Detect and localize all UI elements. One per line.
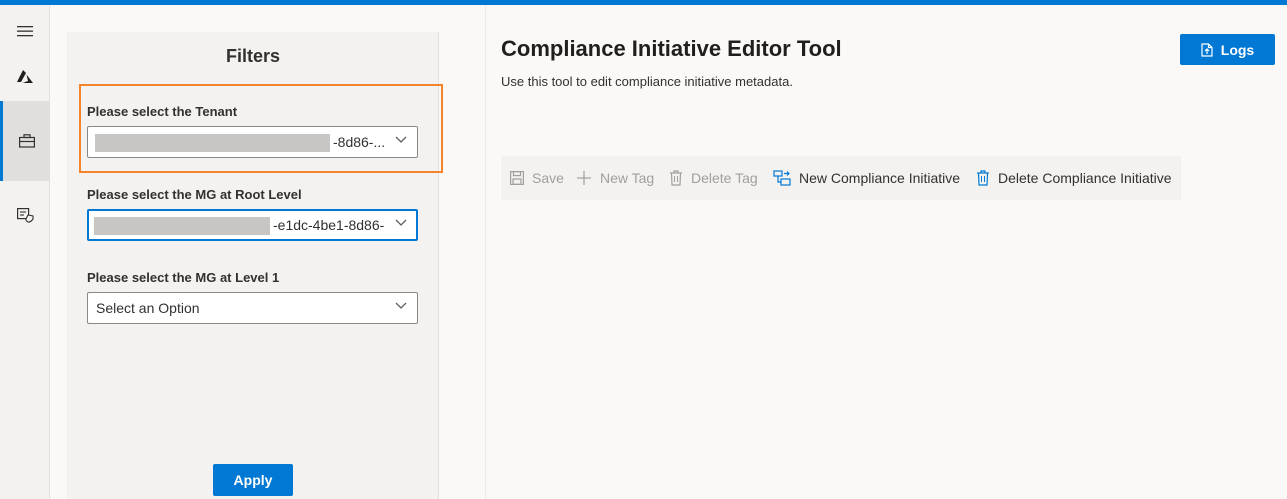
- tenant-highlight-box: [79, 84, 443, 173]
- page-title: Compliance Initiative Editor Tool: [501, 36, 842, 61]
- filters-title: Filters: [225, 46, 281, 66]
- trash-icon: [670, 170, 682, 186]
- chevron-down-icon: [395, 302, 407, 309]
- briefcase-icon: [18, 134, 35, 148]
- new-compliance-initiative-button[interactable]: New Compliance Initiative: [773, 156, 960, 200]
- logs-button[interactable]: Logs: [1180, 34, 1275, 65]
- mg-root-value: -e1dc-4be1-8d86-: [273, 217, 385, 233]
- document-export-icon: [1201, 42, 1213, 57]
- top-accent-bar: [0, 0, 1287, 5]
- mg-level1-dropdown[interactable]: Select an Option: [87, 292, 418, 324]
- trash-icon: [977, 170, 989, 186]
- nav-rail: [0, 5, 50, 499]
- save-icon: [510, 171, 524, 185]
- save-label: Save: [532, 170, 564, 186]
- new-initiative-icon: [773, 170, 791, 186]
- add-icon: [577, 171, 591, 185]
- rail-item-policy[interactable]: [0, 201, 50, 229]
- logs-label: Logs: [1220, 41, 1255, 58]
- rail-item-tools[interactable]: [0, 101, 50, 181]
- new-tag-button[interactable]: New Tag: [576, 156, 654, 200]
- delete-tag-label: Delete Tag: [691, 170, 758, 186]
- panel-divider: [485, 5, 486, 499]
- page-subtitle: Use this tool to edit compliance initiat…: [501, 74, 793, 89]
- delete-compliance-initiative-button[interactable]: Delete Compliance Initiative: [976, 156, 1172, 200]
- mg-level1-label: Please select the MG at Level 1: [87, 270, 280, 285]
- delete-tag-button[interactable]: Delete Tag: [669, 156, 758, 200]
- hamburger-icon: [17, 26, 33, 37]
- mg-level1-placeholder: Select an Option: [96, 300, 200, 316]
- new-initiative-label: New Compliance Initiative: [799, 170, 961, 186]
- apply-button[interactable]: Apply: [213, 464, 293, 496]
- command-toolbar: Save New Tag Delete Tag New Compliance I…: [501, 156, 1181, 200]
- mg-root-dropdown[interactable]: -e1dc-4be1-8d86-: [87, 209, 418, 241]
- chevron-down-icon: [395, 219, 407, 226]
- rail-item-azure[interactable]: [0, 63, 50, 91]
- mg-root-label: Please select the MG at Root Level: [87, 187, 302, 202]
- new-tag-label: New Tag: [600, 170, 655, 186]
- delete-initiative-label: Delete Compliance Initiative: [998, 170, 1172, 186]
- menu-toggle-button[interactable]: [0, 17, 50, 45]
- save-button[interactable]: Save: [510, 156, 564, 200]
- azure-logo-icon: [17, 70, 33, 83]
- redacted-text: [94, 217, 270, 235]
- policy-icon: [16, 207, 34, 223]
